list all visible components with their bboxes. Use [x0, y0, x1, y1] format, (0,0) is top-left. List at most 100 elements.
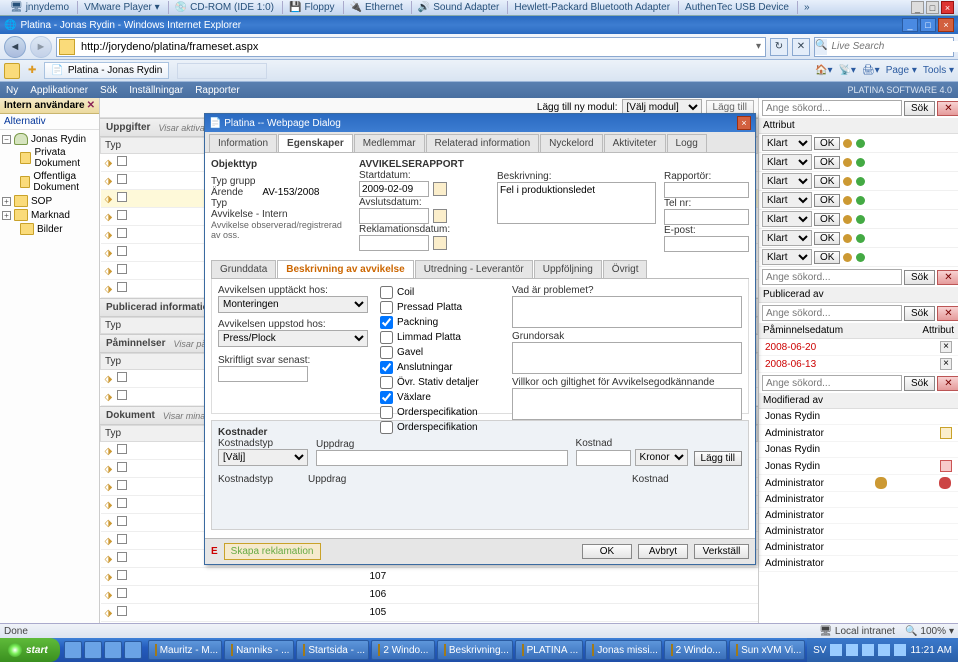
skapa-reklamation-button[interactable]: Skapa reklamation — [224, 543, 321, 560]
checkbox-vrstativdetaljer[interactable]: Övr. Stativ detaljer — [380, 375, 500, 390]
tray-icon[interactable] — [830, 644, 842, 656]
menu-ny[interactable]: Ny — [6, 85, 18, 96]
vm-floppy[interactable]: 💾 Floppy — [282, 1, 340, 14]
task-button[interactable]: Startsida - ... — [296, 640, 369, 660]
ok-button[interactable]: OK — [814, 156, 840, 169]
favorites-icon[interactable] — [4, 63, 20, 79]
ok-button[interactable]: OK — [814, 232, 840, 245]
print-button[interactable]: 🖨▾ — [862, 65, 880, 76]
search-input-1[interactable] — [762, 100, 902, 116]
checkbox-pressadplatta[interactable]: Pressad Platta — [380, 300, 500, 315]
tree-node[interactable]: Privata Dokument — [0, 146, 99, 170]
input-rapportor[interactable] — [664, 182, 749, 198]
vm-player[interactable]: VMware Player ▾ — [77, 1, 166, 14]
subtab-utredning[interactable]: Utredning - Leverantör — [415, 260, 533, 278]
tray-icon[interactable] — [846, 644, 858, 656]
select-upptackt[interactable]: Monteringen — [218, 296, 368, 313]
klart-select[interactable]: Klart — [762, 230, 812, 246]
table-row[interactable]: ⬗107 — [101, 568, 758, 586]
checkbox-anslutningar[interactable]: Anslutningar — [380, 360, 500, 375]
vm-eth[interactable]: 🔌 Ethernet — [343, 1, 409, 14]
tray-icon[interactable] — [862, 644, 874, 656]
input-beskrivning[interactable]: Fel i produktionsledet — [497, 182, 656, 224]
menu-rapporter[interactable]: Rapporter — [195, 85, 239, 96]
vm-max-icon[interactable]: □ — [926, 1, 939, 14]
back-button[interactable]: ◄ — [4, 36, 26, 58]
feeds-button[interactable]: 📡▾ — [838, 65, 855, 76]
checkbox-packning[interactable]: Packning — [380, 315, 500, 330]
table-row[interactable]: ⬗105 — [101, 604, 758, 622]
klart-select[interactable]: Klart — [762, 154, 812, 170]
input-villkor[interactable] — [512, 388, 742, 420]
calendar-icon[interactable] — [433, 209, 447, 223]
input-tel[interactable] — [664, 209, 749, 225]
dialog-close-icon[interactable]: × — [737, 116, 751, 130]
delete-button-4[interactable]: ✕ — [937, 376, 958, 391]
task-button[interactable]: Nanniks - ... — [224, 640, 294, 660]
input-kostnad[interactable] — [576, 450, 631, 466]
vm-cdrom[interactable]: 💿 CD-ROM (IDE 1:0) — [168, 1, 280, 14]
input-problem[interactable] — [512, 296, 742, 328]
tray-icon[interactable] — [894, 644, 906, 656]
delete-button-2[interactable]: ✕ — [937, 270, 958, 285]
checkbox-vxlare[interactable]: Växlare — [380, 390, 500, 405]
klart-select[interactable]: Klart — [762, 249, 812, 265]
tools-menu[interactable]: Tools ▾ — [923, 65, 954, 76]
klart-select[interactable]: Klart — [762, 173, 812, 189]
forward-button[interactable]: ► — [30, 36, 52, 58]
vm-min-icon[interactable]: _ — [911, 1, 924, 14]
klart-select[interactable]: Klart — [762, 192, 812, 208]
ok-button[interactable]: OK — [814, 175, 840, 188]
refresh-button[interactable]: ↻ — [770, 38, 788, 56]
ql-icon[interactable] — [64, 641, 82, 659]
ok-button[interactable]: OK — [582, 544, 632, 559]
task-button[interactable]: Beskrivning... — [437, 640, 513, 660]
ok-button[interactable]: OK — [814, 251, 840, 264]
checkbox-limmadplatta[interactable]: Limmad Platta — [380, 330, 500, 345]
tree-node[interactable]: +Marknad — [0, 208, 99, 222]
task-button[interactable]: 2 Windo... — [371, 640, 434, 660]
delete-button-3[interactable]: ✕ — [937, 306, 958, 321]
checkbox-orderspecifikation[interactable]: Orderspecifikation — [380, 405, 500, 420]
select-uppstod[interactable]: Press/Plock — [218, 330, 368, 347]
search-input-4[interactable] — [762, 375, 902, 391]
ok-button[interactable]: OK — [814, 137, 840, 150]
ok-button[interactable]: OK — [814, 213, 840, 226]
search-box[interactable]: 🔍 ▾ — [814, 37, 954, 57]
delete-icon[interactable]: × — [940, 358, 952, 370]
add-cost-button[interactable]: Lägg till — [694, 451, 742, 466]
select-valuta[interactable]: Kronor — [635, 449, 688, 466]
tab-information[interactable]: Information — [209, 134, 277, 152]
ql-icon[interactable] — [124, 641, 142, 659]
calendar-icon[interactable] — [433, 182, 447, 196]
tab-logg[interactable]: Logg — [667, 134, 707, 152]
sidebar-alternativ[interactable]: Alternativ — [0, 114, 99, 130]
empty-tab[interactable] — [177, 63, 267, 79]
lang-indicator[interactable]: SV — [813, 645, 826, 656]
ok-button[interactable]: OK — [814, 194, 840, 207]
vm-sound[interactable]: 🔊 Sound Adapter — [411, 1, 506, 14]
tab-medlemmar[interactable]: Medlemmar — [354, 134, 425, 152]
tab-nyckelord[interactable]: Nyckelord — [540, 134, 602, 152]
page-menu[interactable]: Page ▾ — [886, 65, 917, 76]
start-button[interactable]: start — [0, 638, 60, 662]
delete-icon[interactable]: × — [940, 341, 952, 353]
subtab-ovrigt[interactable]: Övrigt — [603, 260, 648, 278]
task-button[interactable]: 2 Windo... — [664, 640, 727, 660]
ql-icon[interactable] — [84, 641, 102, 659]
subtab-beskrivning[interactable]: Beskrivning av avvikelse — [277, 260, 413, 278]
task-button[interactable]: PLATINA ... — [515, 640, 584, 660]
sidebar-close-icon[interactable]: ✕ — [87, 100, 95, 111]
home-button[interactable]: 🏠▾ — [815, 65, 832, 76]
search-input-3[interactable] — [762, 305, 902, 321]
clock[interactable]: 11:21 AM — [910, 645, 952, 656]
subtab-uppfoljning[interactable]: Uppföljning — [534, 260, 602, 278]
address-bar[interactable]: ▾ — [56, 37, 766, 57]
task-button[interactable]: Mauritz - M... — [148, 640, 222, 660]
search-input[interactable] — [827, 41, 958, 52]
input-grundorsak[interactable] — [512, 342, 742, 374]
stop-button[interactable]: ✕ — [792, 38, 810, 56]
maximize-button[interactable]: □ — [920, 18, 936, 32]
input-epost[interactable] — [664, 236, 749, 252]
select-kostnadstyp[interactable]: [Välj] — [218, 449, 308, 466]
